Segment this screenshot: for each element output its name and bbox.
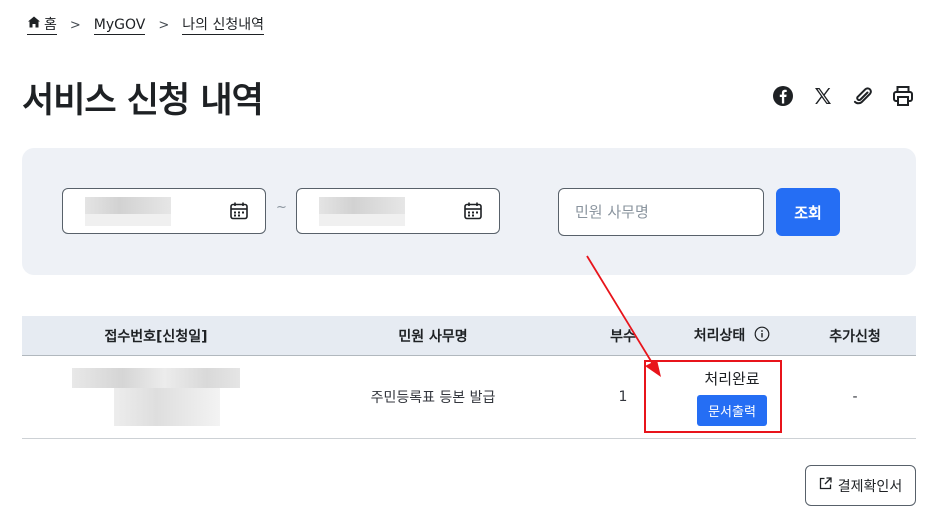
link-icon[interactable] (851, 84, 875, 108)
page-title: 서비스 신청 내역 (22, 81, 264, 121)
facebook-icon[interactable] (771, 84, 795, 108)
cell-service: 주민등록표 등본 발급 (290, 355, 576, 439)
breadcrumb-current[interactable]: 나의 신청내역 (182, 16, 265, 35)
search-panel: ~ 조회 (22, 148, 916, 275)
search-button[interactable]: 조회 (776, 188, 840, 236)
date-range-separator: ~ (276, 200, 287, 215)
breadcrumb: 홈 > MyGOV > 나의 신청내역 (27, 15, 265, 35)
print-document-button[interactable]: 문서출력 (697, 395, 767, 426)
calendar-icon[interactable] (463, 201, 483, 225)
chevron-right-icon: > (158, 17, 170, 33)
cell-receipt (22, 355, 290, 439)
info-icon[interactable] (754, 326, 770, 346)
chevron-right-icon: > (69, 17, 81, 33)
breadcrumb-home-label: 홈 (44, 16, 57, 33)
calendar-icon[interactable] (229, 201, 249, 225)
cell-extra: - (794, 355, 916, 439)
end-date-input[interactable] (296, 188, 500, 234)
header-service: 민원 사무명 (290, 316, 576, 356)
header-receipt: 접수번호[신청일] (22, 316, 290, 356)
x-icon[interactable] (811, 84, 835, 108)
header-copies: 부수 (576, 316, 670, 356)
print-icon[interactable] (891, 84, 915, 108)
status-text: 처리완료 (704, 370, 760, 388)
cell-copies: 1 (576, 355, 670, 439)
external-link-icon (819, 477, 832, 494)
breadcrumb-home-link[interactable]: 홈 (27, 15, 57, 35)
service-name-search-input[interactable] (558, 188, 764, 236)
table-header-row: 접수번호[신청일] 민원 사무명 부수 처리상태 추가신청 (22, 316, 916, 356)
header-status-label: 처리상태 (693, 328, 746, 344)
home-icon (27, 15, 41, 34)
receipt-number-redacted (72, 368, 240, 426)
header-extra: 추가신청 (794, 316, 916, 356)
table-row: 주민등록표 등본 발급 1 처리완료 문서출력 - (22, 355, 916, 439)
header-status: 처리상태 (670, 316, 794, 356)
payment-confirmation-button[interactable]: 결제확인서 (805, 465, 916, 506)
share-toolbar (771, 84, 915, 108)
payment-confirmation-label: 결제확인서 (837, 478, 903, 495)
application-history-table: 접수번호[신청일] 민원 사무명 부수 처리상태 추가신청 주민등록표 등본 발… (22, 316, 916, 439)
cell-status: 처리완료 문서출력 (670, 355, 794, 439)
start-date-input[interactable] (62, 188, 266, 234)
breadcrumb-mygov-link[interactable]: MyGOV (93, 16, 146, 35)
